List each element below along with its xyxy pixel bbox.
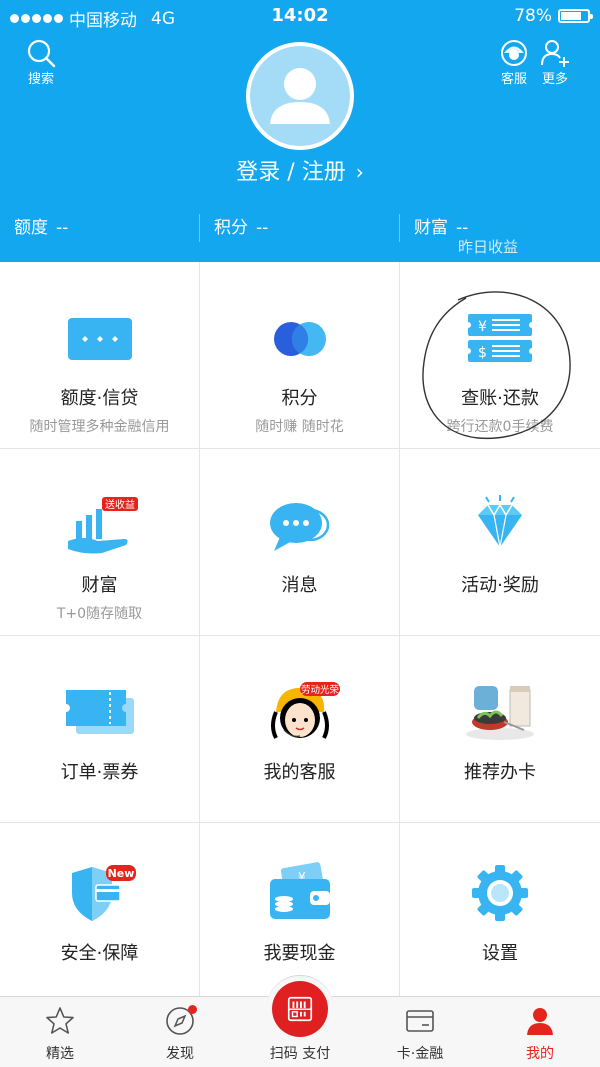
card-icon <box>406 1010 434 1032</box>
grid-item-points[interactable]: 积分 随时赚 随时花 <box>200 262 400 449</box>
tab-label: 我的 <box>526 1046 554 1062</box>
grid-item-title: 安全·保障 <box>60 943 139 964</box>
grid-item-wealth[interactable]: 送收益 财富 T+0随存随取 <box>0 449 200 636</box>
grid-item-security[interactable]: New 安全·保障 <box>0 823 200 1010</box>
scan-pay-label[interactable]: 扫码 支付 <box>240 1043 360 1063</box>
tab-label: 卡·金融 <box>396 1046 444 1062</box>
avatar[interactable] <box>246 42 354 150</box>
profile-header: 中国移动 4G 14:02 78% 搜索 客服 更多 登录 / 注册 › 额度 … <box>0 0 600 262</box>
grid-item-activities[interactable]: 活动·奖励 <box>400 449 600 636</box>
grid-item-title: 积分 <box>281 388 318 409</box>
status-bar: 中国移动 4G 14:02 78% <box>0 0 600 32</box>
grid-item-subtitle: 随时赚 随时花 <box>255 419 344 435</box>
grid-item-orders[interactable]: 订单·票券 <box>0 636 200 823</box>
headset-icon <box>501 40 527 66</box>
stat-credit[interactable]: 额度 -- <box>0 214 200 242</box>
tab-label: 精选 <box>46 1046 74 1062</box>
grid-item-settings[interactable]: 设置 <box>400 823 600 1010</box>
account-stats: 额度 -- 积分 -- 财富 -- 昨日收益 <box>0 214 600 256</box>
stat-label: 积分 <box>214 218 248 238</box>
gear-icon <box>472 865 528 921</box>
diamond-icon <box>478 495 522 548</box>
grid-item-subtitle: 随时管理多种金融信用 <box>29 419 170 435</box>
search-label: 搜索 <box>27 72 54 87</box>
scan-icon <box>287 996 313 1022</box>
tab-mine[interactable]: 我的 <box>480 997 600 1067</box>
customer-service-icon: 劳动光荣 <box>270 682 340 739</box>
tab-card-finance[interactable]: 卡·金融 <box>360 997 480 1067</box>
grid-item-title: 消息 <box>281 575 318 596</box>
grid-item-title: 我的客服 <box>263 762 336 783</box>
wealth-badge: 送收益 <box>105 498 135 511</box>
stat-value: -- <box>456 218 469 238</box>
more-button[interactable]: 更多 <box>540 38 570 87</box>
hand-drawn-circle-annotation <box>422 291 571 440</box>
grid-item-title: 额度·信贷 <box>60 388 139 409</box>
star-icon <box>46 1007 74 1034</box>
tab-featured[interactable]: 精选 <box>0 997 120 1067</box>
chevron-right-icon: › <box>355 160 364 184</box>
shield-icon: New <box>71 865 136 921</box>
stat-value: -- <box>56 218 69 238</box>
notification-dot <box>188 1005 197 1014</box>
grid-item-title: 活动·奖励 <box>461 575 539 596</box>
user-icon <box>527 1008 553 1035</box>
add-user-icon <box>541 40 569 67</box>
grid-item-title: 财富 <box>81 575 118 596</box>
credit-card-icon <box>67 318 132 360</box>
battery-percent: 78% <box>514 6 552 26</box>
status-battery-group: 78% <box>514 6 593 26</box>
customer-service-button[interactable]: 客服 <box>499 38 529 87</box>
stat-sublabel: 昨日收益 <box>458 238 519 256</box>
security-badge: New <box>107 867 134 880</box>
recommend-card-icon <box>466 686 534 740</box>
tab-label: 发现 <box>166 1046 194 1062</box>
message-icon <box>269 503 329 551</box>
scan-pay-button[interactable] <box>272 981 328 1037</box>
grid-item-customer-service[interactable]: 劳动光荣 我的客服 <box>200 636 400 823</box>
more-label: 更多 <box>541 72 568 87</box>
feature-grid: 额度·信贷 随时管理多种金融信用 积分 随时赚 随时花 ¥ $ 查账·还款 跨行… <box>0 262 600 1010</box>
login-register-link[interactable]: 登录 / 注册 › <box>0 154 600 186</box>
grid-item-messages[interactable]: 消息 <box>200 449 400 636</box>
grid-item-title: 推荐办卡 <box>464 762 536 783</box>
stat-wealth[interactable]: 财富 -- 昨日收益 <box>400 214 600 256</box>
grid-item-credit[interactable]: 额度·信贷 随时管理多种金融信用 <box>0 262 200 449</box>
default-avatar-icon <box>270 68 330 124</box>
search-button[interactable]: 搜索 <box>26 38 56 87</box>
bottom-tab-bar: 精选 发现 扫码 支付 卡·金融 我的 <box>0 975 600 1067</box>
grid-item-recommend-card[interactable]: 推荐办卡 <box>400 636 600 823</box>
tab-discover[interactable]: 发现 <box>120 997 240 1067</box>
status-time: 14:02 <box>271 5 329 26</box>
stat-value: -- <box>256 218 269 238</box>
grid-item-title: 订单·票券 <box>60 762 139 783</box>
stat-points[interactable]: 积分 -- <box>200 214 400 242</box>
grid-item-title: 我要现金 <box>263 943 336 964</box>
grid-item-title: 设置 <box>482 943 518 964</box>
battery-icon <box>558 9 593 23</box>
login-label: 登录 / 注册 <box>236 160 346 185</box>
stat-label: 财富 <box>414 218 448 238</box>
search-icon <box>27 39 56 68</box>
stat-label: 额度 <box>14 218 48 238</box>
wallet-icon: ¥ <box>269 862 330 919</box>
wealth-icon: 送收益 <box>67 497 138 554</box>
service-label: 客服 <box>500 72 527 87</box>
grid-item-subtitle: T+0随存随取 <box>56 606 143 622</box>
grid-item-bills[interactable]: ¥ $ 查账·还款 跨行还款0手续费 <box>400 262 600 449</box>
customer-service-badge: 劳动光荣 <box>300 684 339 696</box>
points-icon <box>273 322 326 356</box>
ticket-icon <box>65 690 134 734</box>
